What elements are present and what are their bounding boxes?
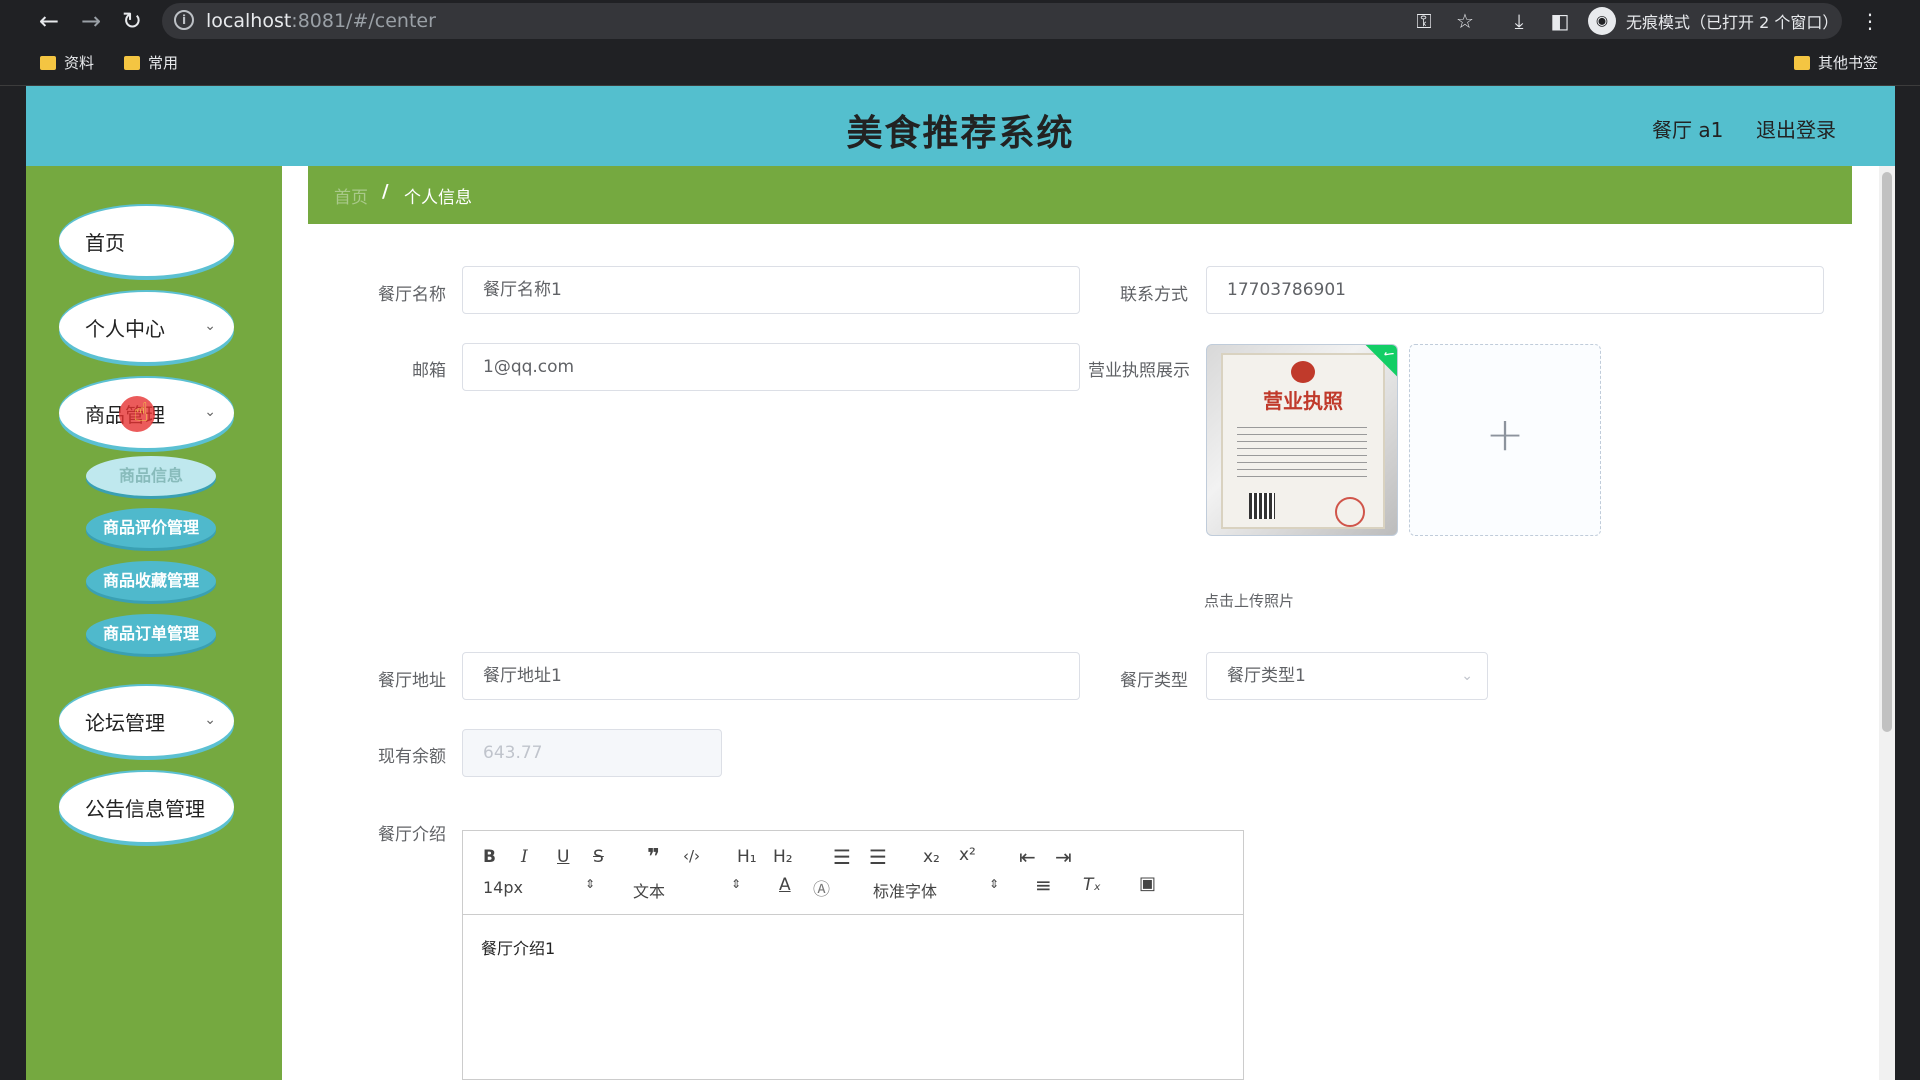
contact-input[interactable]: 17703786901 (1206, 266, 1824, 314)
balance-label: 现有余额 (378, 747, 446, 767)
bookmark-folder[interactable]: 资料 (40, 52, 94, 73)
scrollbar-thumb[interactable] (1882, 172, 1892, 732)
upload-button[interactable]: + (1409, 344, 1601, 536)
clear-format-icon[interactable]: Tₓ (1083, 875, 1101, 895)
subscript-icon[interactable]: x₂ (923, 847, 940, 867)
download-icon[interactable]: ⤓ (1505, 8, 1533, 34)
sidebar-item-personal-center[interactable]: 个人中心 ⌄ (59, 292, 234, 362)
text-color-icon[interactable]: A (779, 875, 791, 895)
editor-content[interactable]: 餐厅介绍1 (481, 935, 555, 959)
license-image[interactable]: 营业执照 ✓ (1206, 344, 1398, 536)
address-input[interactable]: 餐厅地址1 (462, 652, 1080, 700)
breadcrumb-home[interactable]: 首页 (334, 183, 368, 208)
sidebar-item-home[interactable]: 首页 (59, 206, 234, 276)
font-family-picker[interactable]: 标准字体 (873, 878, 937, 902)
code-block-icon[interactable]: ‹/› (683, 847, 700, 865)
license-label: 营业执照展示 (1088, 361, 1190, 381)
reload-icon[interactable]: ↻ (117, 6, 147, 36)
sidebar-item-forum-management[interactable]: 论坛管理 ⌄ (59, 686, 234, 756)
email-input[interactable]: 1@qq.com (462, 343, 1080, 391)
bookmarks-bar: 资料 常用 其他书签 (0, 42, 1920, 86)
browser-toolbar: ← → ↻ i localhost:8081/#/center ⚿ ☆ ⤓ ◧ … (0, 0, 1920, 42)
font-size-picker[interactable]: 14px (483, 878, 523, 897)
sidebar-subitem-goods-review[interactable]: 商品评价管理 (86, 508, 216, 548)
folder-icon (40, 55, 56, 70)
page: 美食推荐系统 餐厅 a1 退出登录 首页 个人中心⌄ 商品管理⌄ 商品信息 商品… (26, 86, 1895, 1080)
star-icon[interactable]: ☆ (1451, 8, 1479, 34)
background-color-icon[interactable]: Ⓐ (813, 875, 830, 900)
current-user: 餐厅 a1 (1652, 118, 1724, 142)
hand-cursor-icon: ☝ (133, 398, 149, 428)
app-title: 美食推荐系统 (846, 113, 1075, 154)
folder-icon (124, 55, 140, 70)
sidebar-subitem-goods-favorites[interactable]: 商品收藏管理 (86, 561, 216, 601)
editor-toolbar: B I U S ❞ ‹/› H₁ H₂ ☰ ☰ x₂ x² ⇤ ⇥ 14px ⇕… (463, 831, 1243, 915)
incognito-label: 无痕模式（已打开 2 个窗口） (1626, 13, 1839, 32)
chevron-down-icon: ⌄ (204, 318, 216, 334)
bookmark-folder[interactable]: 常用 (124, 52, 178, 73)
incognito-icon: ◉ (1588, 7, 1616, 35)
heading1-icon[interactable]: H₁ (737, 847, 757, 867)
page-scrollbar[interactable] (1879, 166, 1895, 1080)
restaurant-name-label: 餐厅名称 (378, 285, 446, 305)
plus-icon: + (1485, 407, 1525, 461)
sidebar-item-notice-management[interactable]: 公告信息管理 (59, 772, 234, 842)
ordered-list-icon[interactable]: ☰ (833, 845, 851, 869)
align-icon[interactable]: ≡ (1035, 873, 1052, 897)
address-label: 餐厅地址 (378, 671, 446, 691)
folder-icon (1794, 55, 1810, 70)
balance-input: 643.77 (462, 729, 722, 777)
app-header: 美食推荐系统 餐厅 a1 退出登录 (26, 86, 1895, 166)
bold-icon[interactable]: B (483, 847, 496, 867)
site-info-icon[interactable]: i (174, 10, 194, 30)
header-picker[interactable]: 文本 (633, 878, 665, 902)
heading2-icon[interactable]: H₂ (773, 847, 793, 867)
outdent-icon[interactable]: ⇤ (1019, 845, 1036, 869)
incognito-indicator[interactable]: ◉ 无痕模式（已打开 2 个窗口） (1588, 6, 1838, 36)
emblem-icon (1291, 361, 1315, 383)
breadcrumb: 首页 / 个人信息 (308, 166, 1852, 224)
breadcrumb-current: 个人信息 (404, 188, 472, 208)
back-icon[interactable]: ← (34, 6, 64, 36)
chevron-down-icon: ⌄ (204, 404, 216, 420)
contact-label: 联系方式 (1120, 285, 1188, 305)
chevron-updown-icon: ⇕ (731, 877, 742, 891)
strikethrough-icon[interactable]: S (593, 847, 604, 867)
rich-text-editor[interactable]: B I U S ❞ ‹/› H₁ H₂ ☰ ☰ x₂ x² ⇤ ⇥ 14px ⇕… (462, 830, 1244, 1080)
email-label: 邮箱 (412, 361, 446, 381)
sidebar-subitem-goods-info[interactable]: 商品信息 (86, 456, 216, 496)
url-host: localhost (206, 10, 292, 32)
intro-label: 餐厅介绍 (378, 825, 446, 845)
qr-code-icon (1249, 493, 1275, 519)
indent-icon[interactable]: ⇥ (1055, 845, 1072, 869)
chevron-down-icon: ⌄ (1461, 668, 1473, 684)
logout-link[interactable]: 退出登录 (1756, 114, 1836, 143)
license-paper: 营业执照 (1221, 353, 1385, 529)
url-path: :8081/#/center (291, 10, 436, 32)
image-icon[interactable]: ▣ (1139, 873, 1156, 894)
key-icon[interactable]: ⚿ (1410, 8, 1438, 34)
chevron-updown-icon: ⇕ (585, 877, 596, 891)
type-label: 餐厅类型 (1120, 671, 1188, 691)
sidebar-subitem-goods-orders[interactable]: 商品订单管理 (86, 614, 216, 654)
license-image-text: 营业执照 (1263, 389, 1343, 413)
license-text-lines (1237, 421, 1367, 481)
restaurant-type-value: 餐厅类型1 (1227, 666, 1306, 686)
forward-icon[interactable]: → (76, 6, 106, 36)
sidepanel-icon[interactable]: ◧ (1546, 8, 1574, 34)
other-bookmarks[interactable]: 其他书签 (1794, 52, 1878, 73)
superscript-icon[interactable]: x² (959, 845, 976, 865)
bullet-list-icon[interactable]: ☰ (869, 845, 887, 869)
restaurant-name-input[interactable]: 餐厅名称1 (462, 266, 1080, 314)
breadcrumb-separator: / (382, 181, 389, 202)
upload-tip: 点击上传照片 (1204, 592, 1295, 610)
chevron-updown-icon: ⇕ (989, 877, 1000, 891)
seal-icon (1335, 497, 1365, 527)
blockquote-icon[interactable]: ❞ (647, 845, 660, 870)
chevron-down-icon: ⌄ (204, 712, 216, 728)
restaurant-type-select[interactable]: 餐厅类型1 ⌄ (1206, 652, 1488, 700)
italic-icon[interactable]: I (521, 847, 528, 867)
menu-kebab-icon[interactable]: ⋮ (1860, 8, 1880, 34)
underline-icon[interactable]: U (557, 847, 569, 867)
